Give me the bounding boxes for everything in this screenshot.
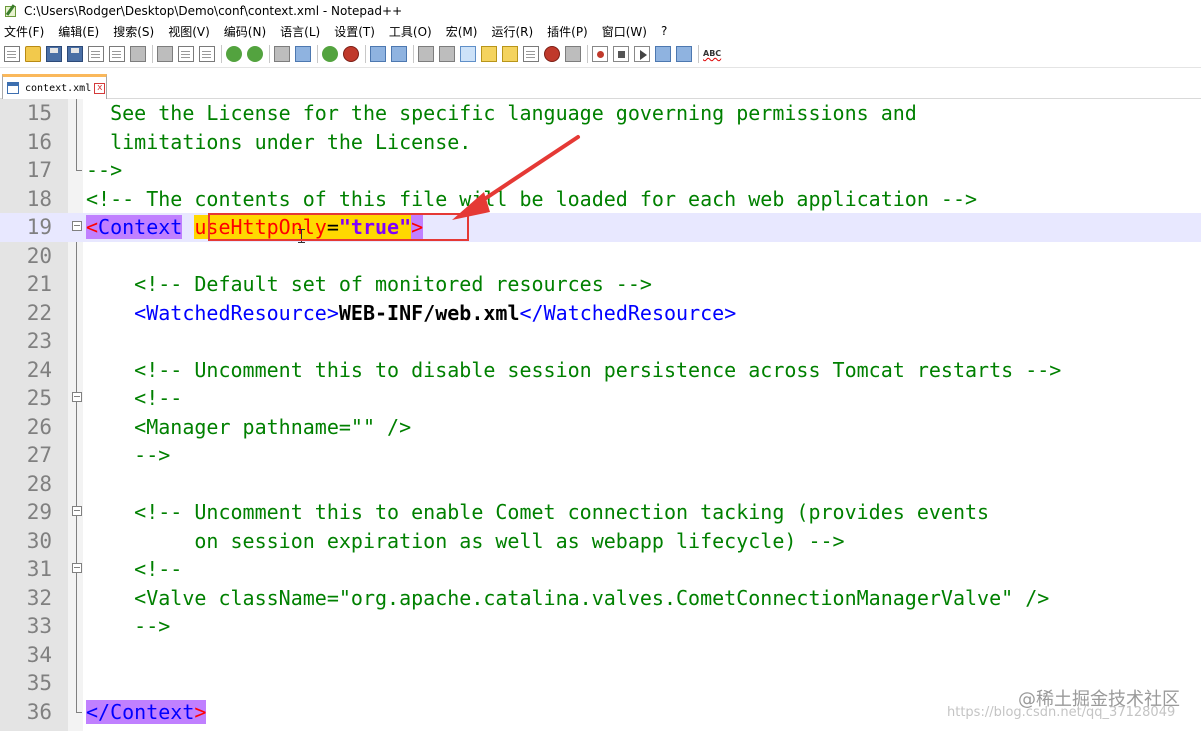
folder-as-workspace-icon[interactable] [544, 46, 560, 62]
replace-icon[interactable] [295, 46, 311, 62]
monitoring-eye-icon[interactable] [565, 46, 581, 62]
menu-plugins[interactable]: 插件(P) [547, 23, 588, 40]
undo-icon[interactable] [226, 46, 242, 62]
toolbar-separator [587, 45, 588, 63]
open-file-icon[interactable] [25, 46, 41, 62]
close-file-icon[interactable] [88, 46, 104, 62]
menu-tools[interactable]: 工具(O) [389, 23, 432, 40]
close-all-icon[interactable] [109, 46, 125, 62]
redo-icon[interactable] [247, 46, 263, 62]
menu-help[interactable]: ? [661, 24, 667, 38]
tab-bar: context.xml x [0, 68, 1201, 99]
save-all-icon[interactable] [67, 46, 83, 62]
toolbar-separator [221, 45, 222, 63]
menu-macro[interactable]: 宏(M) [446, 23, 478, 40]
toolbar-separator [269, 45, 270, 63]
menu-bar: 文件(F) 编辑(E) 搜索(S) 视图(V) 编码(N) 语言(L) 设置(T… [0, 21, 1201, 41]
window-title: C:\Users\Rodger\Desktop\Demo\conf\contex… [24, 3, 403, 18]
save-icon[interactable] [46, 46, 62, 62]
function-list-icon[interactable] [523, 46, 539, 62]
toolbar-separator [317, 45, 318, 63]
word-wrap-icon[interactable] [418, 46, 434, 62]
tab-label: context.xml [25, 82, 92, 94]
zoom-in-icon[interactable] [322, 46, 338, 62]
cut-icon[interactable] [157, 46, 173, 62]
document-map-icon[interactable] [502, 46, 518, 62]
new-file-icon[interactable] [4, 46, 20, 62]
menu-view[interactable]: 视图(V) [168, 23, 210, 40]
menu-language[interactable]: 语言(L) [280, 23, 320, 40]
toolbar-separator [413, 45, 414, 63]
user-language-icon[interactable] [481, 46, 497, 62]
paste-icon[interactable] [199, 46, 215, 62]
watermark-main: @稀土掘金技术社区 [1018, 689, 1180, 710]
menu-edit[interactable]: 编辑(E) [58, 23, 99, 40]
title-bar: C:\Users\Rodger\Desktop\Demo\conf\contex… [0, 0, 1201, 21]
menu-encoding[interactable]: 编码(N) [224, 23, 266, 40]
playback-macro-icon[interactable] [634, 46, 650, 62]
menu-window[interactable]: 窗口(W) [602, 23, 647, 40]
toolbar-separator [698, 45, 699, 63]
saved-file-icon [7, 82, 19, 94]
menu-settings[interactable]: 设置(T) [334, 23, 375, 40]
toolbar-separator [152, 45, 153, 63]
sync-horizontal-icon[interactable] [391, 46, 407, 62]
zoom-out-icon[interactable] [343, 46, 359, 62]
run-macro-multiple-icon[interactable] [655, 46, 671, 62]
close-tab-icon[interactable]: x [94, 82, 106, 94]
copy-icon[interactable] [178, 46, 194, 62]
menu-run[interactable]: 运行(R) [491, 23, 533, 40]
print-icon[interactable] [130, 46, 146, 62]
menu-file[interactable]: 文件(F) [4, 23, 44, 40]
sync-vertical-icon[interactable] [370, 46, 386, 62]
show-all-characters-icon[interactable] [439, 46, 455, 62]
spell-check-icon[interactable]: ABC [703, 46, 721, 62]
menu-search[interactable]: 搜索(S) [113, 23, 154, 40]
find-icon[interactable] [274, 46, 290, 62]
save-macro-icon[interactable] [676, 46, 692, 62]
toolbar: ABC [0, 41, 1201, 68]
record-macro-icon[interactable] [592, 46, 608, 62]
annotation-arrow-icon [452, 135, 580, 220]
indent-guide-icon[interactable] [460, 46, 476, 62]
tab-context-xml[interactable]: context.xml x [2, 74, 107, 99]
toolbar-separator [365, 45, 366, 63]
stop-recording-icon[interactable] [613, 46, 629, 62]
notepad-plus-plus-icon [4, 3, 18, 18]
editor[interactable]: 15 See the License for the specific lang… [0, 99, 1201, 731]
